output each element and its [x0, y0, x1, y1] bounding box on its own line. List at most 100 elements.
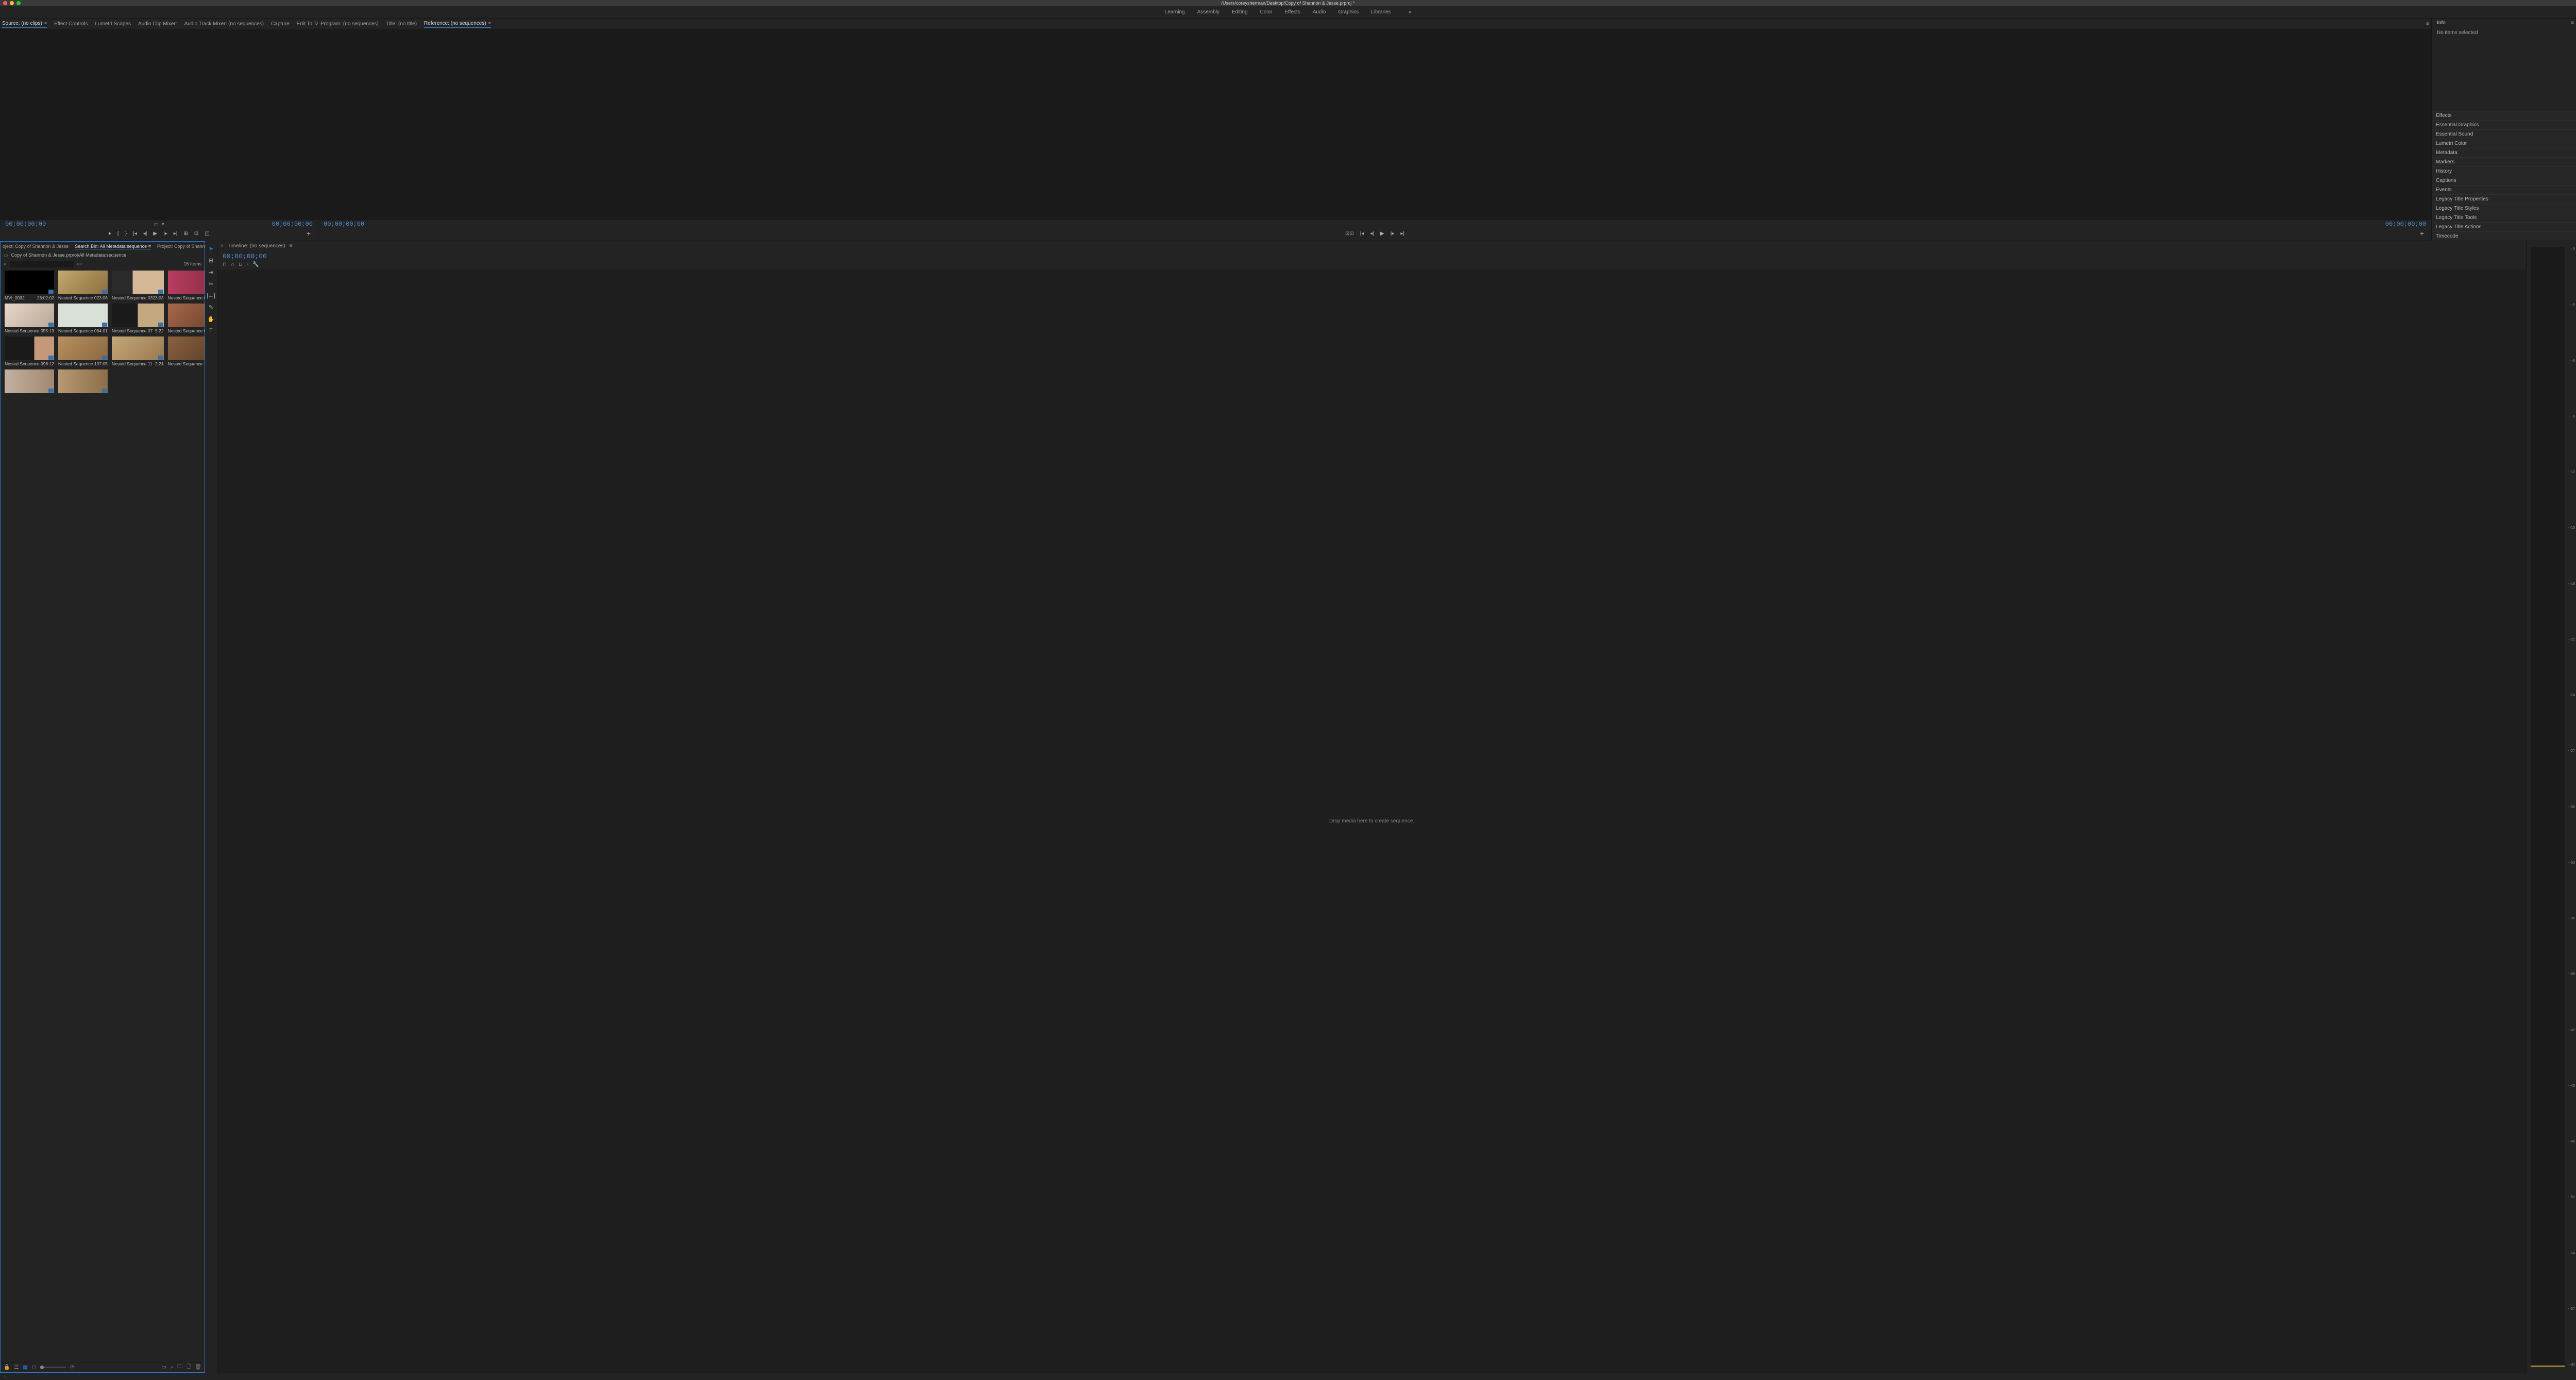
- panel-timecode[interactable]: Timecode: [2432, 231, 2576, 241]
- panel-effects[interactable]: Effects: [2432, 111, 2576, 120]
- workspace-tab-libraries[interactable]: Libraries: [1371, 7, 1391, 17]
- clip-item[interactable]: MVI_003228:02:02: [5, 271, 54, 300]
- tab-capture[interactable]: Capture: [271, 20, 290, 28]
- panel-legacy-title-properties[interactable]: Legacy Title Properties: [2432, 194, 2576, 204]
- clip-thumbnail[interactable]: [112, 304, 164, 327]
- marker-icon[interactable]: ◦: [247, 262, 249, 267]
- clip-item[interactable]: Nested Sequence 107:05: [58, 336, 108, 366]
- button-editor-icon[interactable]: +: [2420, 229, 2424, 238]
- close-icon[interactable]: ≡: [44, 21, 47, 26]
- panel-essential-sound[interactable]: Essential Sound: [2432, 129, 2576, 139]
- project-tab-1[interactable]: oject: Copy of Shannon & Jesse: [3, 244, 69, 249]
- clip-item[interactable]: Nested Sequence 023:06: [58, 271, 108, 300]
- clip-thumbnail[interactable]: [58, 304, 108, 327]
- clip-item[interactable]: Nested Sequence 0323:03: [112, 271, 164, 300]
- clip-thumbnail[interactable]: [5, 304, 54, 327]
- close-icon[interactable]: ≡: [488, 21, 491, 26]
- project-thumbnail-grid[interactable]: MVI_003228:02:02Nested Sequence 023:06Ne…: [1, 268, 205, 1362]
- clip-thumbnail[interactable]: [112, 271, 164, 294]
- panel-legacy-title-tools[interactable]: Legacy Title Tools: [2432, 213, 2576, 222]
- go-to-out-button[interactable]: ▸|: [1400, 231, 1404, 237]
- tab-effect-controls[interactable]: Effect Controls: [54, 20, 88, 28]
- tab-title[interactable]: Title: (no title): [386, 20, 417, 28]
- close-icon[interactable]: ≡: [147, 244, 151, 249]
- zoom-slider[interactable]: [40, 1367, 66, 1368]
- clip-item[interactable]: Nested Sequence 055:13: [5, 304, 54, 333]
- step-back-button[interactable]: ◂|: [143, 231, 147, 237]
- add-marker-button[interactable]: ♦: [108, 231, 111, 237]
- clip-item[interactable]: [5, 369, 54, 394]
- minimize-window-button[interactable]: [10, 1, 14, 5]
- clip-item[interactable]: Nested Sequence 123:13: [168, 336, 205, 366]
- workspace-tab-effects[interactable]: Effects: [1284, 7, 1300, 17]
- tab-timeline[interactable]: Timeline: (no sequences): [228, 242, 285, 250]
- ripple-edit-tool[interactable]: ⇥: [209, 269, 213, 276]
- timeline-drop-zone[interactable]: Drop media here to create sequence.: [217, 270, 2526, 1373]
- panel-events[interactable]: Events: [2432, 185, 2576, 194]
- clip-thumbnail[interactable]: [5, 369, 54, 393]
- clip-item[interactable]: Nested Sequence 112:21: [112, 336, 164, 366]
- clip-thumbnail[interactable]: [5, 336, 54, 360]
- close-tab-icon[interactable]: ×: [221, 243, 224, 249]
- razor-tool[interactable]: ✂: [209, 281, 213, 288]
- clip-item[interactable]: Nested Sequence 075:22: [112, 304, 164, 333]
- play-button[interactable]: ▶: [1380, 231, 1384, 237]
- project-tab-2[interactable]: Project: Copy of Shannon & Jesse: [157, 244, 205, 249]
- find-button[interactable]: ⌕: [171, 1365, 174, 1370]
- clip-item[interactable]: [58, 369, 108, 394]
- export-frame-button[interactable]: ◫: [205, 231, 209, 237]
- program-panel-menu-icon[interactable]: ≡: [2426, 21, 2429, 27]
- workspace-tab-assembly[interactable]: Assembly: [1197, 7, 1219, 17]
- play-button[interactable]: ▶: [153, 231, 157, 237]
- workspace-tab-audio[interactable]: Audio: [1313, 7, 1326, 17]
- insert-toggle-icon[interactable]: ⊓: [223, 262, 227, 267]
- clip-thumbnail[interactable]: [58, 271, 108, 294]
- clip-thumbnail[interactable]: [168, 304, 205, 327]
- panel-history[interactable]: History: [2432, 166, 2576, 176]
- panel-legacy-title-styles[interactable]: Legacy Title Styles: [2432, 204, 2576, 213]
- workspace-tab-editing[interactable]: Editing: [1232, 7, 1248, 17]
- type-tool[interactable]: T: [209, 328, 213, 334]
- button-editor-icon[interactable]: +: [307, 229, 311, 238]
- go-to-in-button[interactable]: |◂: [133, 231, 137, 237]
- clip-thumbnail[interactable]: [112, 336, 164, 360]
- tab-lumetri-scopes[interactable]: Lumetri Scopes: [95, 20, 130, 28]
- insert-button[interactable]: ⊞: [183, 231, 188, 237]
- tab-info[interactable]: Info: [2434, 19, 2449, 27]
- search-input[interactable]: [10, 261, 74, 267]
- workspace-tab-color[interactable]: Color: [1260, 7, 1273, 17]
- pen-tool[interactable]: ✎: [209, 304, 213, 311]
- step-back-button[interactable]: ◂|: [1370, 231, 1374, 237]
- clip-thumbnail[interactable]: [168, 336, 205, 360]
- clip-item[interactable]: Nested Sequence 096:12: [5, 336, 54, 366]
- go-to-out-button[interactable]: ▸|: [174, 231, 178, 237]
- fit-dropdown-icon[interactable]: ▾: [162, 222, 164, 227]
- fit-icon[interactable]: ▭: [154, 222, 158, 227]
- new-item-button[interactable]: 🗋: [187, 1363, 191, 1372]
- panel-captions[interactable]: Captions: [2432, 176, 2576, 185]
- source-timecode-left[interactable]: 00;00;00;00: [5, 221, 46, 228]
- clip-item[interactable]: Nested Sequence 043:17: [168, 271, 205, 300]
- panel-metadata[interactable]: Metadata: [2432, 148, 2576, 157]
- program-timecode-left[interactable]: 00;00;00;00: [324, 221, 364, 228]
- timeline-timecode[interactable]: 00;00;00;00: [223, 253, 267, 260]
- step-forward-button[interactable]: |▸: [163, 231, 167, 237]
- clip-thumbnail[interactable]: [168, 271, 205, 294]
- project-tab-search-bin[interactable]: Search Bin: All Metadata:sequence ≡: [75, 244, 151, 249]
- tab-reference[interactable]: Reference: (no sequences)≡: [424, 20, 491, 28]
- go-to-in-button[interactable]: |◂: [1360, 231, 1364, 237]
- workspace-tab-graphics[interactable]: Graphics: [1338, 7, 1359, 17]
- close-window-button[interactable]: [3, 1, 7, 5]
- icon-view-button[interactable]: ▦: [23, 1365, 27, 1370]
- workspace-overflow-icon[interactable]: »: [1409, 9, 1412, 15]
- linked-selection-icon[interactable]: ⊔: [239, 262, 243, 267]
- sort-button[interactable]: ⟳: [70, 1365, 74, 1370]
- info-panel-menu-icon[interactable]: ≡: [2571, 20, 2574, 26]
- timeline-tab-menu-icon[interactable]: ≡: [290, 243, 293, 249]
- clip-thumbnail[interactable]: [58, 336, 108, 360]
- selection-tool[interactable]: ➤: [209, 245, 213, 252]
- overwrite-button[interactable]: ⊡: [194, 231, 198, 237]
- step-forward-button[interactable]: |▸: [1391, 231, 1395, 237]
- hand-tool[interactable]: ✋: [208, 316, 215, 323]
- freeform-view-button[interactable]: ◻: [32, 1365, 36, 1370]
